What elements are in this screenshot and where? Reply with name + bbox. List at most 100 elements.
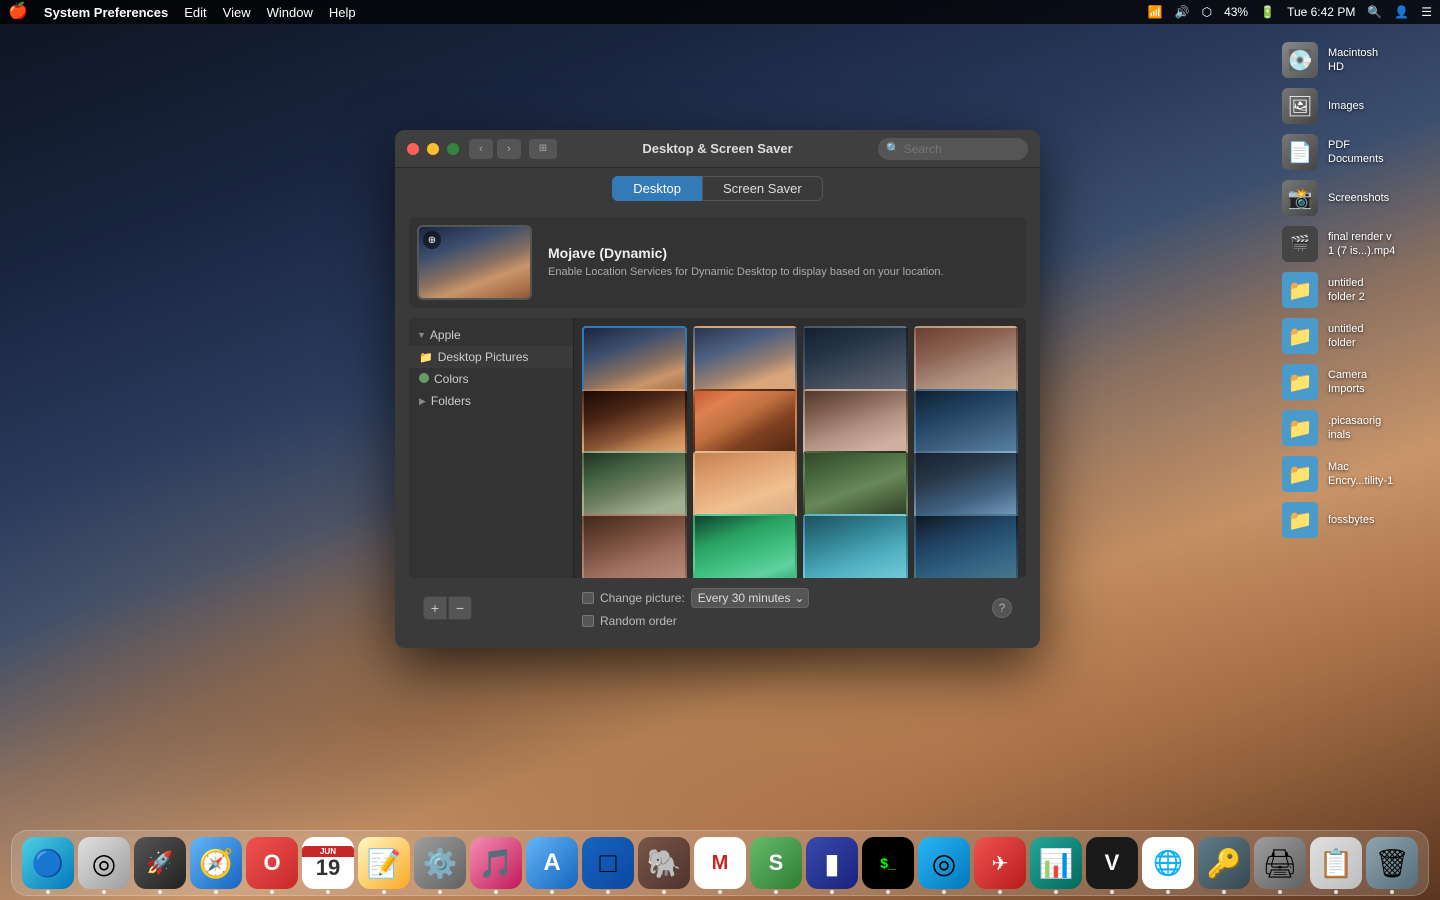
- list-icon[interactable]: ☰: [1421, 5, 1432, 19]
- chevron-right-icon: ▶: [419, 396, 426, 407]
- dock-tableplus[interactable]: 🐘: [638, 837, 690, 889]
- dock-vectra[interactable]: V: [1086, 837, 1138, 889]
- close-button[interactable]: [407, 143, 419, 155]
- tree-group-apple[interactable]: ▼ Apple: [409, 324, 573, 346]
- dock-siri[interactable]: ◎: [78, 837, 130, 889]
- dock-launchpad[interactable]: 🚀: [134, 837, 186, 889]
- dock-sheets[interactable]: S: [750, 837, 802, 889]
- dock-chrome[interactable]: 🌐: [1142, 837, 1194, 889]
- app-name[interactable]: System Preferences: [44, 5, 168, 20]
- dock-trash[interactable]: 🗑: [1366, 837, 1418, 889]
- sidebar-item-pdf[interactable]: 📄 PDFDocuments: [1278, 132, 1432, 172]
- dock-direct[interactable]: ✈: [974, 837, 1026, 889]
- help-button[interactable]: ?: [992, 598, 1012, 618]
- sidebar-item-macenc[interactable]: 📁 MacEncry...tility-1: [1278, 454, 1432, 494]
- sidebar-item-untitled-folder[interactable]: 📁 untitledfolder: [1278, 316, 1432, 356]
- volume-icon: 🔊: [1175, 5, 1190, 19]
- dropdown-chevron-icon: ⌄: [794, 591, 804, 605]
- dock-intellij[interactable]: ▮: [806, 837, 858, 889]
- sidebar-label-images: Images: [1328, 99, 1364, 113]
- tree-item-folders[interactable]: ▶ Folders: [409, 390, 573, 412]
- sidebar-item-fossbytes[interactable]: 📁 fossbytes: [1278, 500, 1432, 540]
- dock-appstore[interactable]: A: [526, 837, 578, 889]
- search-icon[interactable]: 🔍: [1367, 5, 1382, 19]
- dock-safari[interactable]: 🧭: [190, 837, 242, 889]
- interval-dropdown[interactable]: Every 30 minutes ⌄: [691, 588, 810, 608]
- dock-browser2[interactable]: ◎: [918, 837, 970, 889]
- tab-screensaver[interactable]: Screen Saver: [702, 176, 823, 201]
- minimize-button[interactable]: [427, 143, 439, 155]
- tab-desktop[interactable]: Desktop: [612, 176, 702, 201]
- wallpaper-16[interactable]: [914, 514, 1019, 579]
- sidebar-item-images[interactable]: 🖼 Images: [1278, 86, 1432, 126]
- sidebar-label-untitled-folder-2: untitledfolder 2: [1328, 276, 1365, 305]
- sidebar-label-screenshots: Screenshots: [1328, 191, 1389, 205]
- wallpaper-description: Enable Location Services for Dynamic Des…: [548, 265, 944, 280]
- preview-thumbnail: ⊕: [417, 225, 532, 300]
- dock-finder[interactable]: 🔵: [22, 837, 74, 889]
- dock-keychain[interactable]: 🔑: [1198, 837, 1250, 889]
- sidebar-label-camera-imports: CameraImports: [1328, 368, 1367, 397]
- right-sidebar: 💽 MacintoshHD 🖼 Images 📄 PDFDocuments 📸 …: [1270, 30, 1440, 550]
- dock: 🔵 ◎ 🚀 🧭 O JUN 19 📝 ⚙️ 🎵 A □ 🐘 M S ▮ $_ ◎…: [11, 830, 1429, 896]
- sidebar-label-macintosh-hd: MacintoshHD: [1328, 46, 1378, 75]
- tab-bar: Desktop Screen Saver: [395, 168, 1040, 207]
- grid-button[interactable]: ⊞: [529, 139, 557, 159]
- sidebar-item-screenshots[interactable]: 📸 Screenshots: [1278, 178, 1432, 218]
- sidebar-item-camera-imports[interactable]: 📁 CameraImports: [1278, 362, 1432, 402]
- maximize-button[interactable]: [447, 143, 459, 155]
- search-box[interactable]: 🔍: [878, 138, 1028, 160]
- sidebar-item-macintosh-hd[interactable]: 💽 MacintoshHD: [1278, 40, 1432, 80]
- camera-icon: 📁: [1282, 364, 1318, 400]
- dock-virtualbox[interactable]: □: [582, 837, 634, 889]
- picasa-icon: 📁: [1282, 410, 1318, 446]
- chevron-down-icon: ▼: [417, 330, 426, 340]
- menu-help[interactable]: Help: [329, 5, 356, 20]
- tree-item-colors[interactable]: Colors: [409, 368, 573, 390]
- sidebar-label-macenc: MacEncry...tility-1: [1328, 460, 1393, 489]
- dock-printer[interactable]: 🖨: [1254, 837, 1306, 889]
- remove-button[interactable]: −: [448, 596, 472, 620]
- apple-menu[interactable]: 🍎: [8, 4, 28, 20]
- wallpaper-14[interactable]: [693, 514, 798, 579]
- traffic-lights: [407, 143, 459, 155]
- change-picture-label: Change picture:: [600, 591, 685, 605]
- sidebar-label-fossbytes: fossbytes: [1328, 513, 1374, 527]
- add-remove-buttons: + −: [423, 596, 472, 620]
- sidebar-label-final-render: final render v1 (7 is...).mp4: [1328, 230, 1395, 259]
- user-icon[interactable]: 👤: [1394, 5, 1409, 19]
- bluetooth-icon: ⬡: [1202, 5, 1212, 19]
- dock-calendar[interactable]: JUN 19: [302, 837, 354, 889]
- dock-monitor[interactable]: 📊: [1030, 837, 1082, 889]
- sidebar-label-pdf: PDFDocuments: [1328, 138, 1384, 167]
- battery-icon: 🔋: [1260, 5, 1275, 19]
- dock-systemprefs[interactable]: ⚙️: [414, 837, 466, 889]
- change-picture-checkbox[interactable]: [582, 592, 594, 604]
- interval-value: Every 30 minutes: [698, 591, 791, 605]
- battery-percentage: 43%: [1224, 5, 1248, 19]
- add-button[interactable]: +: [423, 596, 447, 620]
- dock-opera[interactable]: O: [246, 837, 298, 889]
- menu-edit[interactable]: Edit: [184, 5, 206, 20]
- sidebar-item-final-render[interactable]: 🎬 final render v1 (7 is...).mp4: [1278, 224, 1432, 264]
- menubar-right: 📶 🔊 ⬡ 43% 🔋 Tue 6:42 PM 🔍 👤 ☰: [1148, 5, 1432, 19]
- window-title: Desktop & Screen Saver: [642, 141, 792, 156]
- folder-blue-icon: 📁: [419, 351, 433, 364]
- random-order-checkbox[interactable]: [582, 615, 594, 627]
- wifi-icon: 📶: [1148, 5, 1163, 19]
- forward-button[interactable]: ›: [497, 139, 521, 159]
- menu-window[interactable]: Window: [267, 5, 313, 20]
- wallpaper-15[interactable]: [803, 514, 908, 579]
- back-button[interactable]: ‹: [469, 139, 493, 159]
- dock-terminal[interactable]: $_: [862, 837, 914, 889]
- dock-gmail[interactable]: M: [694, 837, 746, 889]
- tree-item-desktop-pictures[interactable]: 📁 Desktop Pictures: [409, 346, 573, 368]
- menu-view[interactable]: View: [223, 5, 251, 20]
- wallpaper-13[interactable]: [582, 514, 687, 579]
- dock-itunes[interactable]: 🎵: [470, 837, 522, 889]
- sidebar-item-untitled-folder-2[interactable]: 📁 untitledfolder 2: [1278, 270, 1432, 310]
- search-input[interactable]: [904, 142, 1020, 156]
- dock-notes[interactable]: 📝: [358, 837, 410, 889]
- dock-files[interactable]: 📋: [1310, 837, 1362, 889]
- sidebar-item-picasa[interactable]: 📁 .picasaoriginals: [1278, 408, 1432, 448]
